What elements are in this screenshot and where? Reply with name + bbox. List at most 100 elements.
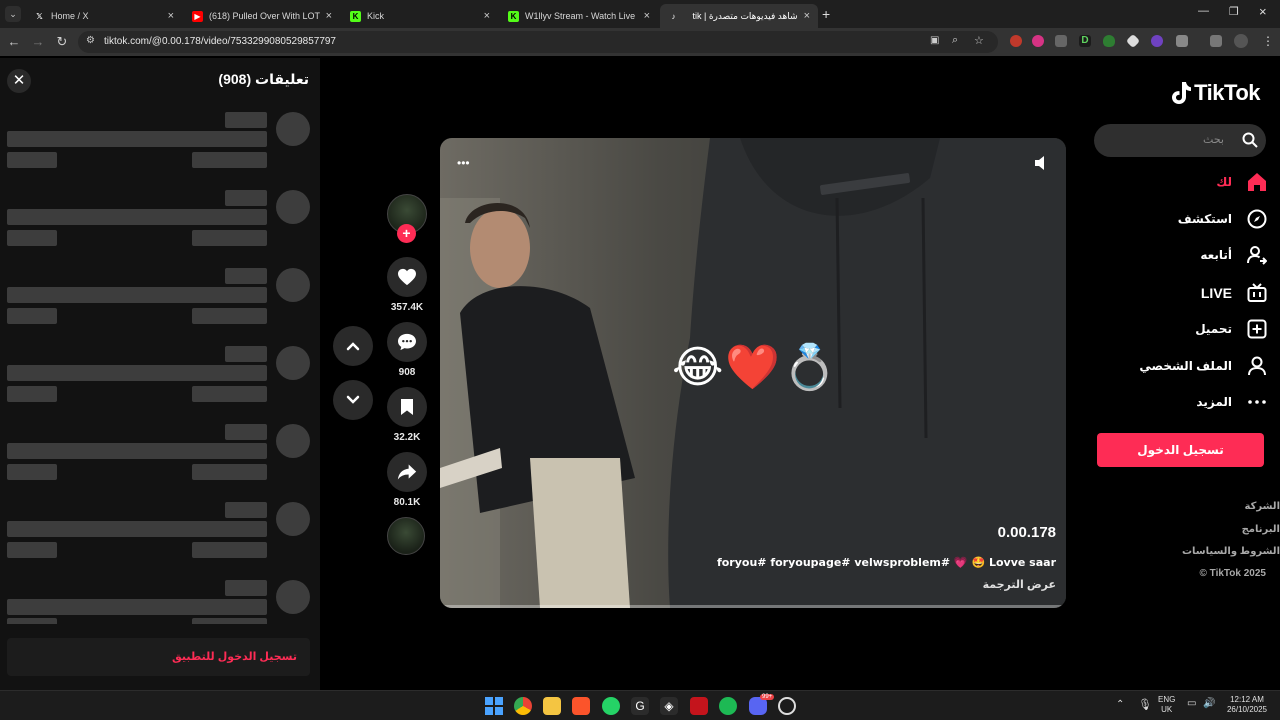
whatsapp-icon[interactable] xyxy=(602,697,620,715)
more-options-button[interactable]: ••• xyxy=(457,156,470,170)
tab-kick[interactable]: K Kick × xyxy=(342,4,498,28)
comment-skeleton xyxy=(0,500,320,570)
skeleton-line xyxy=(7,443,267,459)
profile-avatar-icon[interactable] xyxy=(1234,34,1248,48)
file-explorer-icon[interactable] xyxy=(543,697,561,715)
extension-pink-icon[interactable] xyxy=(1032,35,1044,47)
close-window-button[interactable]: × xyxy=(1259,4,1267,19)
nav-live[interactable]: LIVE xyxy=(1201,280,1268,306)
app-capcut-icon[interactable]: ◈ xyxy=(660,697,678,715)
address-bar[interactable]: ⚙ tiktok.com/@0.00.178/video/75332990805… xyxy=(78,31,998,53)
extensions-puzzle-icon[interactable] xyxy=(1176,35,1188,47)
install-app-icon[interactable]: ▣ xyxy=(930,35,939,46)
reading-list-icon[interactable] xyxy=(1210,35,1222,47)
nav-upload[interactable]: تحميل xyxy=(1195,316,1268,342)
clock[interactable]: 12:12 AM 26/10/2025 xyxy=(1222,695,1272,715)
login-button[interactable]: تسجيل الدخول xyxy=(1097,433,1264,467)
brave-icon[interactable] xyxy=(572,697,590,715)
microphone-icon[interactable]: 🎙 xyxy=(1138,698,1152,711)
skeleton-line xyxy=(225,190,267,206)
video-caption: foryou# foryoupage# velwsproblem# 💗 🤩 Lo… xyxy=(716,556,1056,569)
chevron-down-icon xyxy=(346,395,360,404)
login-to-comment-link[interactable]: تسجيل الدخول للتطبيق xyxy=(172,650,297,663)
tab-kick-stream[interactable]: K W1llyv Stream - Watch Live on × xyxy=(500,4,658,28)
skeleton-line xyxy=(7,365,267,381)
extension-d-icon[interactable]: D xyxy=(1079,35,1091,47)
tab-tiktok[interactable]: ♪ شاهد فيديوهات متصدرة | tik × xyxy=(660,4,818,28)
see-translation-link[interactable]: عرض الترجمة xyxy=(983,578,1056,591)
discord-badge: 99+ xyxy=(760,694,775,700)
like-button[interactable] xyxy=(387,257,427,297)
app-red-icon[interactable] xyxy=(690,697,708,715)
music-disc-avatar[interactable] xyxy=(387,517,425,555)
extension-grid-icon[interactable] xyxy=(1055,35,1067,47)
close-tab-icon[interactable]: × xyxy=(644,10,650,22)
site-info-icon[interactable]: ⚙ xyxy=(86,35,95,46)
tab-search-button[interactable]: ⌄ xyxy=(5,6,21,22)
comment-button[interactable] xyxy=(387,322,427,362)
speaker-icon[interactable]: 🔊 xyxy=(1203,698,1215,709)
nav-profile[interactable]: الملف الشخصي xyxy=(1139,353,1268,379)
previous-video-button[interactable] xyxy=(333,326,373,366)
save-button[interactable] xyxy=(387,387,427,427)
skeleton-line xyxy=(192,542,267,558)
extension-diamond-icon[interactable] xyxy=(1125,33,1141,49)
nav-more[interactable]: المزيد xyxy=(1196,389,1268,415)
footer-terms-link[interactable]: الشروط والسياسات xyxy=(1182,546,1280,557)
video-author[interactable]: 0.00.178 xyxy=(998,524,1056,541)
close-comments-button[interactable]: ✕ xyxy=(7,69,31,93)
clock-time: 12:12 AM xyxy=(1230,695,1264,704)
tab-x-home[interactable]: 𝕏 Home / X × xyxy=(26,4,182,28)
share-count: 80.1K xyxy=(393,497,421,508)
close-tab-icon[interactable]: × xyxy=(484,10,490,22)
app-spinner-icon[interactable] xyxy=(778,697,796,715)
skeleton-line xyxy=(7,131,267,147)
windows-start-icon[interactable] xyxy=(485,697,503,715)
browser-toolbar: ← → ↻ ⚙ tiktok.com/@0.00.178/video/75332… xyxy=(0,28,1280,56)
follow-plus-button[interactable]: + xyxy=(397,224,416,243)
browser-menu-icon[interactable]: ⋮ xyxy=(1262,34,1274,48)
comment-skeleton xyxy=(0,344,320,414)
search-icon[interactable] xyxy=(1242,132,1258,148)
comment-skeleton xyxy=(0,266,320,336)
close-tab-icon[interactable]: × xyxy=(804,10,810,22)
next-video-button[interactable] xyxy=(333,380,373,420)
extension-red-icon[interactable] xyxy=(1010,35,1022,47)
skeleton-line xyxy=(7,599,267,615)
extension-eye-icon[interactable] xyxy=(1151,35,1163,47)
bookmark-star-icon[interactable]: ☆ xyxy=(974,34,984,47)
zoom-icon[interactable]: ⌕ xyxy=(952,34,958,47)
nav-label: لك xyxy=(1216,175,1232,189)
minimize-button[interactable]: — xyxy=(1198,5,1209,17)
close-tab-icon[interactable]: × xyxy=(326,10,332,22)
extension-shield-icon[interactable] xyxy=(1103,35,1115,47)
restore-button[interactable]: ❐ xyxy=(1229,5,1239,18)
comments-title: تعليقات (908) xyxy=(218,71,309,87)
volume-button[interactable] xyxy=(1033,154,1051,172)
tiktok-logo[interactable]: TikTok xyxy=(1169,80,1260,106)
nav-for-you[interactable]: لك xyxy=(1216,169,1268,195)
search-input[interactable]: بحث xyxy=(1094,124,1266,157)
skeleton-line xyxy=(192,386,267,402)
close-tab-icon[interactable]: × xyxy=(168,10,174,22)
new-tab-button[interactable]: + xyxy=(822,6,830,22)
footer-company-link[interactable]: الشركة xyxy=(1245,501,1280,512)
footer-program-link[interactable]: البرنامج xyxy=(1242,524,1280,535)
nav-explore[interactable]: استكشف xyxy=(1178,206,1268,232)
language-indicator[interactable]: ENG UK xyxy=(1158,695,1175,715)
video-player[interactable]: 😂❤️💍 ••• 0.00.178 foryou# foryoupage# ve… xyxy=(440,138,1066,608)
forward-icon[interactable]: → xyxy=(30,34,46,49)
tray-chevron-icon[interactable]: ⌃ xyxy=(1116,699,1124,710)
video-progress-bar[interactable] xyxy=(440,605,1066,608)
share-button[interactable] xyxy=(387,452,427,492)
nav-following[interactable]: أتابعه xyxy=(1200,242,1268,268)
chrome-icon[interactable] xyxy=(514,697,532,715)
skeleton-line xyxy=(225,424,267,440)
skeleton-line xyxy=(192,230,267,246)
tab-youtube[interactable]: ▶ (618) Pulled Over With LOTS Of × xyxy=(184,4,340,28)
display-icon[interactable]: ▭ xyxy=(1187,698,1196,709)
back-icon[interactable]: ← xyxy=(6,34,22,49)
spotify-icon[interactable] xyxy=(719,697,737,715)
reload-icon[interactable]: ↻ xyxy=(54,34,70,50)
app-g-icon[interactable]: G xyxy=(631,697,649,715)
